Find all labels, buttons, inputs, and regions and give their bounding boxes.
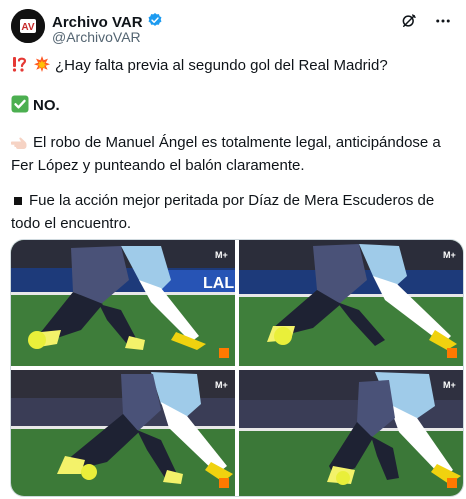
tweet-line-explanation: El robo de Manuel Ángel es totalmente le… (10, 133, 459, 176)
tweet-line-referee: Fue la acción mejor peritada por Díaz de… (11, 191, 459, 234)
exclamation-question-icon (11, 55, 29, 79)
answer-text: NO. (33, 97, 60, 114)
media-photo-1[interactable]: LALIGA M+ (11, 240, 235, 366)
svg-text:M+: M+ (443, 380, 456, 390)
media-grid: LALIGA M+ (10, 239, 464, 497)
tweet-line-answer: NO. (11, 95, 459, 119)
square-bullet-icon (11, 194, 25, 214)
tweet-card: AV Archivo VAR @ArchivoVAR ¿Hay falta pr… (0, 0, 466, 499)
media-photo-2[interactable]: M+ (239, 240, 463, 366)
more-icon[interactable] (434, 12, 452, 30)
explanation-text: El robo de Manuel Ángel es totalmente le… (11, 134, 441, 174)
question-text: ¿Hay falta previa al segundo gol del Rea… (55, 57, 388, 74)
referee-text: Fue la acción mejor peritada por Díaz de… (11, 192, 435, 232)
svg-text:AV: AV (21, 22, 34, 33)
collision-icon (33, 55, 51, 79)
svg-text:M+: M+ (215, 380, 228, 390)
grok-icon[interactable] (400, 12, 418, 30)
media-photo-4[interactable]: M+ (239, 370, 463, 496)
verified-badge-icon (147, 12, 163, 33)
pointing-hand-icon (10, 136, 29, 156)
tweet-top-actions (400, 12, 452, 30)
author-handle[interactable]: @ArchivoVAR (52, 29, 141, 45)
tweet-line-question: ¿Hay falta previa al segundo gol del Rea… (11, 55, 459, 79)
svg-text:LALIGA: LALIGA (203, 275, 235, 292)
media-photo-3[interactable]: M+ (11, 370, 235, 496)
svg-text:M+: M+ (443, 250, 456, 260)
archivo-var-logo-icon: AV (11, 9, 45, 43)
author-avatar[interactable]: AV (11, 9, 45, 43)
check-mark-icon (11, 95, 29, 119)
svg-text:M+: M+ (215, 250, 228, 260)
